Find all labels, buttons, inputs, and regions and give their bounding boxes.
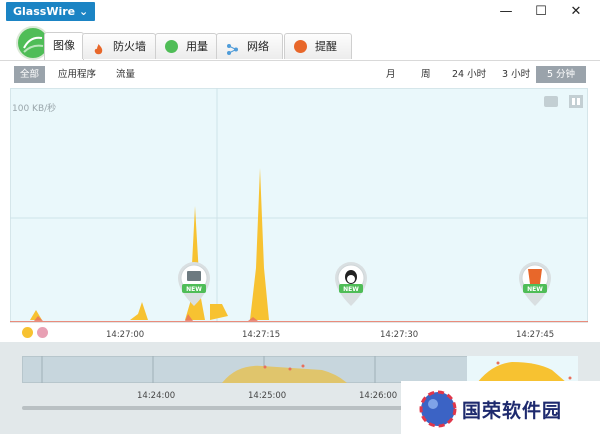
filter-apps[interactable]: 应用程序	[52, 66, 102, 83]
chevron-down-icon: ⌄	[78, 5, 89, 18]
tab-label: 防火墙	[113, 40, 146, 53]
maximize-button[interactable]: ☐	[525, 0, 557, 24]
download-icon	[22, 327, 33, 338]
watermark-globe-icon	[419, 390, 457, 428]
time-axis: 14:27:00 14:27:15 14:27:30 14:27:45	[10, 322, 588, 341]
time-tick: 14:27:15	[242, 330, 281, 340]
event-pin-qq: NEW	[335, 262, 367, 306]
range-24h[interactable]: 24 小时	[446, 66, 492, 83]
event-pin-app: NEW	[178, 262, 210, 306]
html5-icon	[528, 269, 542, 286]
app-menu-button[interactable]: GlassWire ⌄	[6, 2, 96, 21]
camera-icon[interactable]	[544, 96, 558, 107]
close-button[interactable]: ✕	[560, 0, 592, 24]
tab-label: 提醒	[315, 40, 337, 53]
range-month[interactable]: 月	[380, 66, 402, 83]
time-tick: 14:27:45	[516, 330, 555, 340]
upload-icon	[37, 327, 48, 338]
incoming-traffic-area	[210, 304, 228, 320]
overview-tick: 14:25:00	[248, 391, 287, 401]
traffic-chart[interactable]: NEW NEW NEW	[10, 88, 588, 326]
tab-usage[interactable]: 用量	[155, 33, 217, 59]
new-badge-label: NEW	[186, 286, 202, 293]
incoming-traffic-area	[10, 168, 588, 320]
tab-label: 网络	[247, 40, 269, 53]
new-badge-label: NEW	[343, 286, 359, 293]
pause-icon[interactable]	[569, 95, 583, 108]
tab-network[interactable]: 网络	[216, 33, 283, 59]
overview-tick: 14:26:00	[359, 391, 398, 401]
tab-alerts[interactable]: 提醒	[284, 33, 352, 59]
overview-timeline[interactable]	[22, 356, 578, 383]
range-week[interactable]: 周	[415, 66, 437, 83]
flame-icon	[92, 40, 105, 55]
new-badge-label: NEW	[527, 286, 543, 293]
time-tick: 14:27:30	[380, 330, 419, 340]
tab-label: 图像	[53, 39, 75, 52]
app-title: GlassWire	[13, 5, 76, 18]
filter-bar: 全部 应用程序 流量 月 周 24 小时 3 小时 5 分钟	[10, 62, 588, 86]
overview-tick: 14:24:00	[137, 391, 176, 401]
tab-firewall[interactable]: 防火墙	[82, 33, 156, 59]
chart-scale-label: 100 KB/秒	[12, 104, 57, 114]
filter-traffic[interactable]: 流量	[110, 66, 141, 83]
minimize-button[interactable]: —	[490, 0, 522, 24]
alert-icon	[294, 40, 307, 53]
filter-all[interactable]: 全部	[14, 66, 46, 83]
overview-traffic-area	[222, 365, 347, 383]
tab-label: 用量	[186, 40, 208, 53]
title-bar: GlassWire ⌄ — ☐ ✕	[0, 0, 600, 24]
network-icon	[226, 40, 239, 55]
event-pin-html5: NEW	[519, 262, 551, 306]
range-3h[interactable]: 3 小时	[496, 66, 536, 83]
watermark-text: 国荣软件园	[462, 400, 563, 422]
tab-graph[interactable]: 图像	[44, 32, 84, 60]
usage-icon	[165, 40, 178, 53]
range-5min[interactable]: 5 分钟	[536, 66, 586, 83]
app-icon	[187, 271, 201, 281]
time-tick: 14:27:00	[106, 330, 145, 340]
